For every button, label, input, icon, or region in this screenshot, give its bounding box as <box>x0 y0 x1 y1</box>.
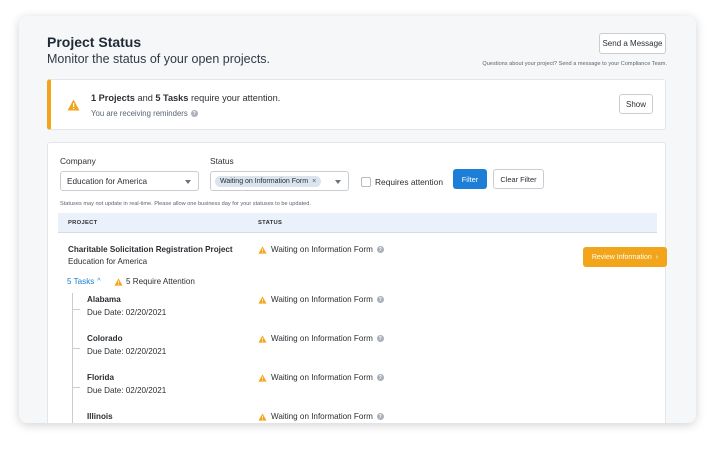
warning-icon <box>258 295 267 304</box>
task-status-text: Waiting on Information Form <box>271 295 373 304</box>
task-name: Alabama <box>87 295 121 304</box>
help-icon[interactable]: ? <box>376 374 384 381</box>
warning-icon <box>67 98 80 116</box>
status-update-note: Statuses may not update in real-time. Pl… <box>60 201 311 207</box>
task-status-text: Waiting on Information Form <box>271 373 373 382</box>
alert-projects-count: 1 Projects <box>91 93 135 103</box>
task-status: Waiting on Information Form ? <box>258 373 384 382</box>
status-label: Status <box>210 156 234 166</box>
requires-attention-checkbox[interactable] <box>361 177 371 187</box>
alert-tasks-count: 5 Tasks <box>155 93 189 103</box>
task-tree-line <box>72 293 73 423</box>
send-message-button[interactable]: Send a Message <box>599 33 666 54</box>
company-select[interactable]: Education for America <box>60 171 199 191</box>
task-status: Waiting on Information Form ? <box>258 334 384 343</box>
caret-down-icon <box>185 180 191 184</box>
status-select[interactable]: Waiting on Information Form × <box>210 171 349 191</box>
tasks-toggle-label: 5 Tasks <box>67 277 95 286</box>
project-name: Charitable Solicitation Registration Pro… <box>68 245 233 254</box>
company-label: Company <box>60 156 96 166</box>
project-company: Education for America <box>68 257 148 266</box>
warning-icon <box>258 412 267 421</box>
review-information-label: Review Information <box>591 253 652 261</box>
warning-icon <box>258 373 267 382</box>
help-icon[interactable]: ? <box>376 413 384 420</box>
task-due-date: Due Date: 02/20/2021 <box>87 308 167 317</box>
alert-and: and <box>134 93 156 103</box>
status-chip-label: Waiting on Information Form <box>220 177 309 185</box>
task-name: Colorado <box>87 334 123 343</box>
alert-tail: require your attention. <box>188 93 281 103</box>
warning-icon <box>258 334 267 343</box>
requires-attention-label: Requires attention <box>375 177 443 187</box>
compliance-help-text: Questions about your project? Send a mes… <box>482 61 667 67</box>
task-due-date: Due Date: 02/20/2021 <box>87 347 167 356</box>
reminders-text: You are receiving reminders ? <box>91 109 198 118</box>
page-title: Project Status <box>47 34 142 50</box>
help-icon[interactable]: ? <box>376 246 384 253</box>
clear-filter-button[interactable]: Clear Filter <box>493 169 544 189</box>
app-frame: Project Status Monitor the status of you… <box>19 16 696 423</box>
alert-message: 1 Projects and 5 Tasks require your atte… <box>91 93 280 103</box>
task-name: Illinois <box>87 412 113 421</box>
chevron-right-icon: › <box>655 253 659 261</box>
help-icon[interactable]: ? <box>376 296 384 303</box>
review-information-button[interactable]: Review Information › <box>583 247 667 267</box>
filter-button[interactable]: Filter <box>453 169 487 189</box>
help-icon[interactable]: ? <box>190 110 198 117</box>
task-status-text: Waiting on Information Form <box>271 334 373 343</box>
caret-down-icon <box>335 180 341 184</box>
chevron-up-icon: ^ <box>97 278 101 285</box>
tasks-toggle[interactable]: 5 Tasks ^ <box>67 277 101 286</box>
column-project: PROJECT <box>68 220 98 226</box>
status-chip: Waiting on Information Form × <box>215 175 322 187</box>
task-tree-branch <box>72 309 80 310</box>
help-icon[interactable]: ? <box>376 335 384 342</box>
task-due-date: Due Date: 02/20/2021 <box>87 386 167 395</box>
close-icon[interactable]: × <box>312 178 316 185</box>
project-status-text: Waiting on Information Form <box>271 245 373 254</box>
task-status: Waiting on Information Form ? <box>258 295 384 304</box>
projects-panel: Company Education for America Status Wai… <box>47 142 667 423</box>
task-tree-branch <box>72 387 80 388</box>
task-status: Waiting on Information Form ? <box>258 412 384 421</box>
require-attention-count: 5 Require Attention <box>114 277 195 286</box>
company-select-value: Education for America <box>67 176 148 186</box>
task-status-text: Waiting on Information Form <box>271 412 373 421</box>
reminders-label: You are receiving reminders <box>91 109 188 118</box>
attention-alert: 1 Projects and 5 Tasks require your atte… <box>47 79 666 130</box>
warning-icon <box>258 245 267 254</box>
task-name: Florida <box>87 373 114 382</box>
warning-icon <box>114 277 123 286</box>
require-attention-text: 5 Require Attention <box>126 277 195 286</box>
show-button[interactable]: Show <box>619 94 653 114</box>
task-tree-branch <box>72 348 80 349</box>
page-subtitle: Monitor the status of your open projects… <box>47 52 271 66</box>
column-status: STATUS <box>258 220 283 226</box>
table-header: PROJECT STATUS <box>58 213 657 233</box>
project-status: Waiting on Information Form ? <box>258 245 384 254</box>
